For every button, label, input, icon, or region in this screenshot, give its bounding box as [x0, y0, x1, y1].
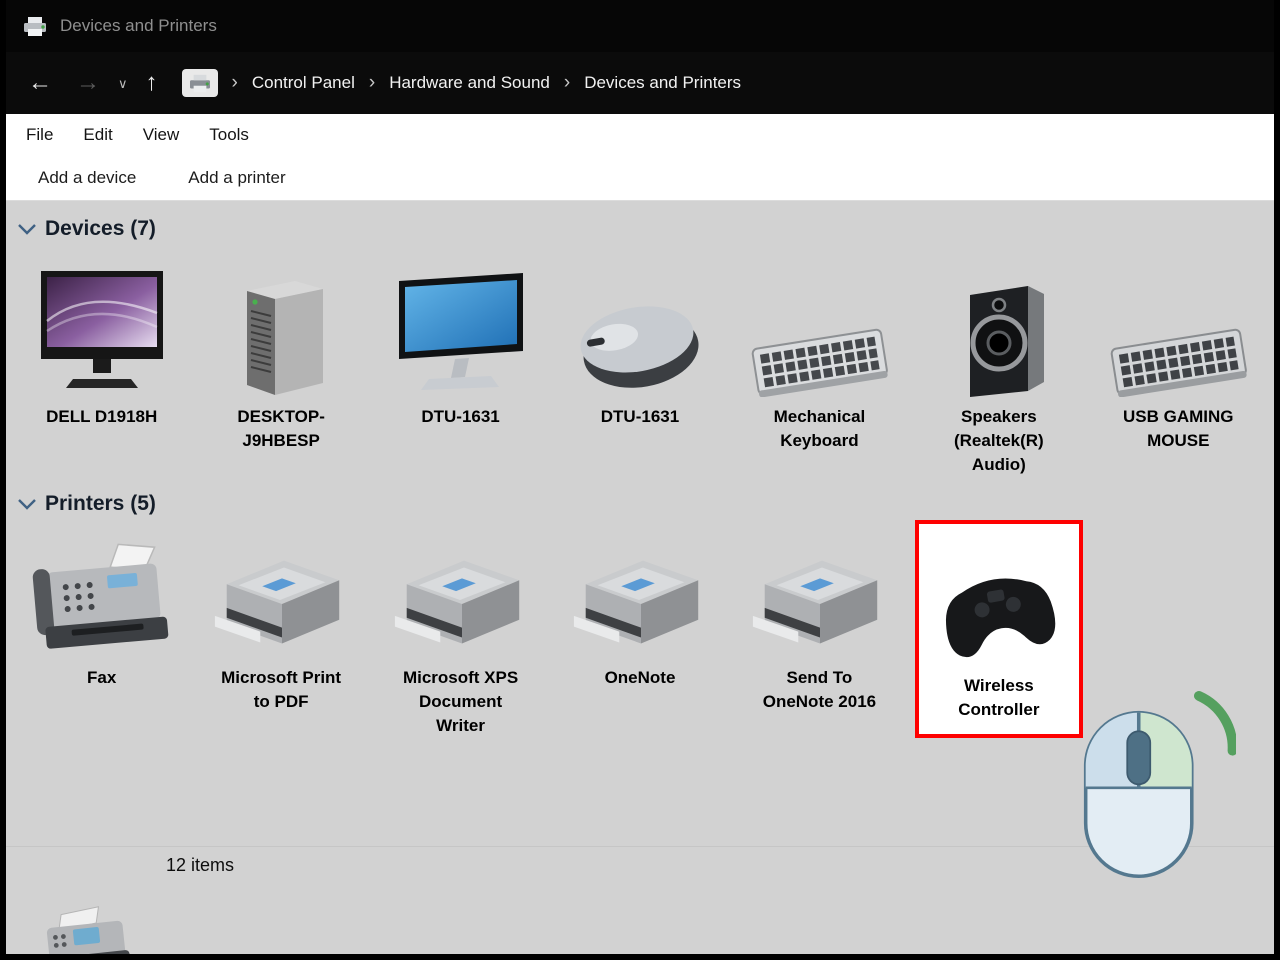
device-item-speakers[interactable]: Speakers (Realtek(R) Audio): [909, 245, 1088, 476]
file-list-area: Devices (7) DELL D1918H DESKTOP-J9HBESP …: [6, 201, 1274, 954]
selected-item-printer-icon: [36, 898, 140, 954]
printer-label: Microsoft XPS Document Writer: [402, 668, 519, 735]
device-item-dtu-monitor[interactable]: DTU-1631: [371, 245, 550, 476]
speaker-icon: [940, 245, 1058, 397]
fax-icon: [27, 520, 177, 658]
device-label: Speakers (Realtek(R) Audio): [953, 407, 1044, 474]
breadcrumb-separator-icon: ›: [231, 72, 238, 93]
printer-item-send-to-onenote[interactable]: Send To OneNote 2016: [730, 520, 909, 738]
add-device-button[interactable]: Add a device: [38, 168, 136, 188]
address-bar[interactable]: › Control Panel › Hardware and Sound › D…: [181, 69, 741, 97]
up-button[interactable]: ↑: [136, 65, 168, 101]
printer-label: Send To OneNote 2016: [762, 668, 877, 712]
device-label: USB GAMING MOUSE: [1123, 407, 1234, 450]
keyboard-icon: [746, 245, 892, 397]
menu-view[interactable]: View: [143, 125, 180, 145]
title-bar: Devices and Printers: [6, 0, 1274, 52]
printer-item-xps-writer[interactable]: Microsoft XPS Document Writer: [371, 520, 550, 738]
devices-printers-icon: [181, 69, 218, 97]
window-title: Devices and Printers: [60, 16, 217, 35]
desktop-tower-icon: [221, 245, 341, 397]
command-toolbar: Add a device Add a printer: [6, 156, 1274, 201]
monitor-blue-icon: [393, 245, 529, 397]
device-item-dtu-mouse[interactable]: DTU-1631: [550, 245, 729, 476]
back-button[interactable]: ←: [18, 65, 62, 101]
device-item-mechanical-keyboard[interactable]: Mechanical Keyboard: [730, 245, 909, 476]
menu-file[interactable]: File: [26, 125, 53, 145]
device-label: DTU-1631: [600, 407, 680, 426]
devices-section-header[interactable]: Devices (7): [6, 201, 1274, 245]
navigation-bar: ← → ∨ ↑ › Control Panel › Hardware and S…: [6, 52, 1274, 114]
printers-section-header[interactable]: Printers (5): [6, 476, 1274, 520]
chevron-down-icon: [18, 223, 36, 235]
printer-item-onenote[interactable]: OneNote: [550, 520, 729, 738]
menu-tools[interactable]: Tools: [209, 125, 249, 145]
breadcrumb-separator-icon: ›: [563, 72, 571, 93]
items-count: 12 items: [166, 855, 235, 875]
device-item-desktop-tower[interactable]: DESKTOP-J9HBESP: [191, 245, 370, 476]
device-item-usb-gaming-mouse[interactable]: USB GAMING MOUSE: [1089, 245, 1268, 476]
game-controller-icon: [929, 528, 1069, 666]
printer-label: Fax: [87, 668, 117, 688]
recent-locations-dropdown-icon[interactable]: ∨: [114, 71, 132, 96]
add-printer-button[interactable]: Add a printer: [188, 168, 285, 188]
device-label: DESKTOP-J9HBESP: [237, 407, 325, 450]
menu-bar: File Edit View Tools: [6, 114, 1274, 156]
breadcrumb-devices-and-printers[interactable]: Devices and Printers: [584, 73, 741, 93]
mouse-click-annotation: [1068, 663, 1236, 895]
devices-grid: DELL D1918H DESKTOP-J9HBESP DTU-1631 DTU…: [6, 245, 1274, 476]
devices-and-printers-window: Devices and Printers ← → ∨ ↑ › Control P…: [0, 0, 1280, 960]
breadcrumb-hardware-and-sound[interactable]: Hardware and Sound: [389, 73, 550, 93]
breadcrumb-separator-icon: ›: [368, 72, 376, 93]
printer-label: Wireless Controller: [958, 676, 1040, 720]
device-label: DTU-1631: [421, 407, 500, 426]
red-highlight-box: Wireless Controller: [914, 520, 1083, 738]
printer-icon: [387, 520, 535, 658]
breadcrumb-control-panel[interactable]: Control Panel: [252, 73, 355, 93]
devices-printers-icon: [22, 15, 48, 37]
device-label: Mechanical Keyboard: [773, 407, 866, 450]
printer-item-fax[interactable]: Fax: [12, 520, 191, 738]
printer-label: OneNote: [604, 668, 676, 688]
printer-icon: [207, 520, 355, 658]
printer-item-wireless-controller[interactable]: Wireless Controller: [909, 520, 1088, 738]
mouse-icon: [572, 245, 708, 397]
printer-icon: [566, 520, 714, 658]
chevron-down-icon: [18, 499, 36, 510]
device-item-dell-monitor[interactable]: DELL D1918H: [12, 245, 191, 476]
printer-label: Microsoft Print to PDF: [221, 668, 342, 712]
printer-item-print-to-pdf[interactable]: Microsoft Print to PDF: [191, 520, 370, 738]
keyboard-icon: [1105, 245, 1251, 397]
monitor-purple-icon: [36, 245, 168, 397]
menu-edit[interactable]: Edit: [83, 125, 112, 145]
printer-icon: [745, 520, 893, 658]
forward-button[interactable]: →: [66, 65, 110, 101]
device-label: DELL D1918H: [46, 407, 158, 426]
